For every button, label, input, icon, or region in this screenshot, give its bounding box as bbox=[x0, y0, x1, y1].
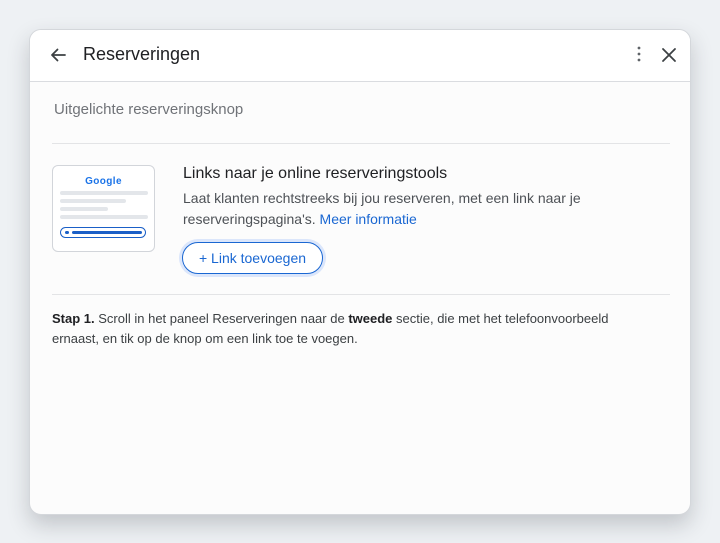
step-label: Stap 1. bbox=[52, 311, 95, 326]
content-title: Links naar je online reserveringstools bbox=[183, 165, 448, 182]
step-emphasis: tweede bbox=[348, 311, 393, 326]
add-link-button[interactable]: + Link toevoegen bbox=[182, 242, 323, 274]
more-info-link[interactable]: Meer informatie bbox=[320, 211, 417, 227]
section-divider bbox=[52, 143, 670, 144]
step-text-before: Scroll in het paneel Reserveringen naar … bbox=[98, 311, 345, 326]
content-description: Laat klanten rechtstreeks bij jou reserv… bbox=[183, 188, 603, 230]
arrow-back-icon bbox=[51, 48, 66, 62]
preview-pill-dot bbox=[65, 230, 69, 234]
more-options-button[interactable] bbox=[629, 42, 649, 66]
preview-link-button bbox=[60, 227, 146, 238]
dialog-title: Reserveringen bbox=[83, 44, 201, 64]
close-icon bbox=[662, 48, 676, 62]
more-vert-icon bbox=[637, 46, 641, 62]
content-divider bbox=[52, 294, 670, 295]
preview-placeholder-line bbox=[60, 191, 148, 195]
google-logo: Google bbox=[85, 176, 122, 187]
back-button[interactable] bbox=[44, 41, 72, 69]
preview-placeholder-line bbox=[60, 215, 148, 219]
step-instruction: Stap 1. Scroll in het paneel Reservering… bbox=[52, 309, 652, 348]
button-preview-illustration: Google bbox=[52, 165, 155, 252]
preview-placeholder-line bbox=[60, 207, 108, 211]
reservations-dialog: Reserveringen Uitgelichte reserveringskn… bbox=[29, 29, 691, 515]
preview-placeholder-line bbox=[60, 199, 126, 203]
section-label: Uitgelichte reserveringsknop bbox=[54, 101, 244, 118]
dialog-header: Reserveringen bbox=[30, 30, 690, 82]
close-button[interactable] bbox=[657, 43, 681, 67]
preview-pill-bar bbox=[72, 230, 142, 234]
